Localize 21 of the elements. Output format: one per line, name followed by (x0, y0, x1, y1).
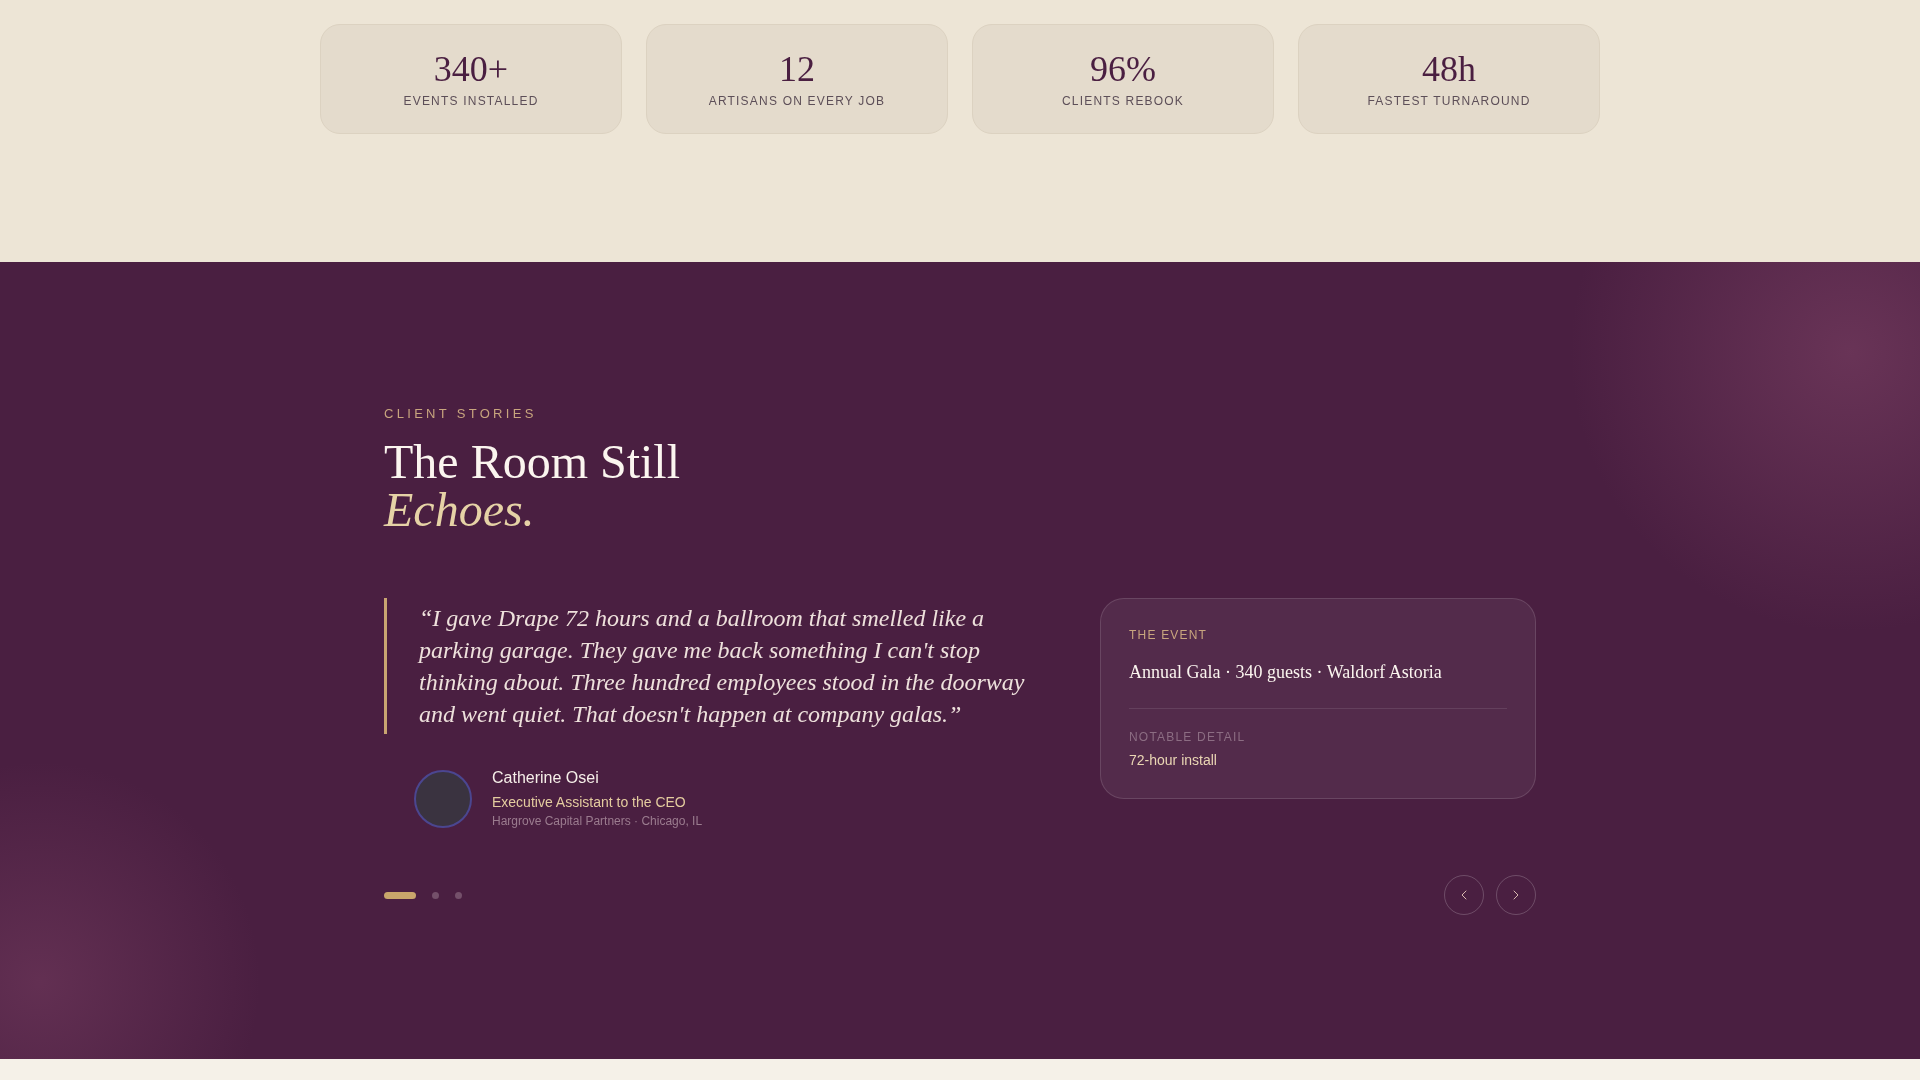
stat-value: 48h (1422, 49, 1476, 89)
testimonial-quote: “I gave Drape 72 hours and a ballroom that smelled like a parking garage. They gave me back something I can't stop thinking about. Three hundred employees stood in the doorway and went quiet. That doesn't happen at company galas.” (384, 598, 1036, 734)
event-label: THE EVENT (1129, 627, 1209, 643)
stat-value: 96% (1090, 49, 1156, 89)
avatar (414, 769, 472, 828)
author-name: Catherine Osei (492, 768, 600, 788)
stat-label: ARTISANS ON EVERY JOB (708, 93, 886, 109)
stat-label: EVENTS INSTALLED (403, 93, 539, 109)
pagination-dot[interactable] (432, 891, 439, 899)
section-heading: The Room Still Echoes. (384, 438, 681, 534)
stat-label: FASTEST TURNAROUND (1367, 93, 1531, 109)
event-summary: Annual Gala · 340 guests · Waldorf Astoria (1129, 661, 1443, 684)
stat-value: 340+ (433, 49, 509, 89)
section-eyebrow: CLIENT STORIES (384, 406, 538, 422)
detail-label: NOTABLE DETAIL (1129, 729, 1247, 745)
detail-value: 72-hour install (1129, 751, 1218, 770)
stat-value: 12 (779, 49, 815, 89)
pagination-dot[interactable] (455, 891, 462, 899)
author-role: Executive Assistant to the CEO (492, 793, 687, 811)
author-company: Hargrove Capital Partners · Chicago, IL (492, 813, 703, 829)
stat-label: CLIENTS REBOOK (1061, 93, 1185, 109)
